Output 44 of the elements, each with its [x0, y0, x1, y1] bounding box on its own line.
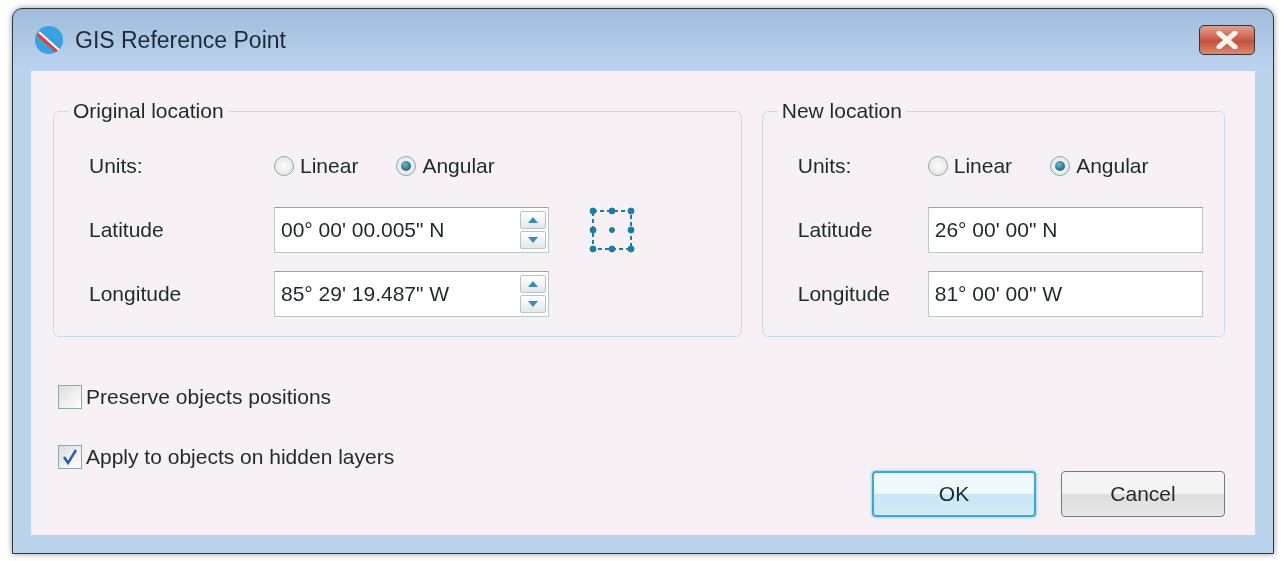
field-label: Units:: [89, 154, 144, 178]
field-label: Latitude: [797, 218, 874, 242]
radio-button[interactable]: [927, 156, 948, 176]
field-label: Longitude: [797, 282, 891, 306]
spin-down-button[interactable]: [520, 231, 546, 249]
up-arrow-icon: [528, 217, 538, 223]
app-icon: [33, 24, 65, 56]
close-icon: [1215, 31, 1239, 49]
radio-label[interactable]: Angular: [1076, 154, 1149, 178]
field-label: Longitude: [89, 282, 183, 306]
spin-field[interactable]: 85° 29' 19.487" W: [274, 271, 549, 317]
spin-down-button[interactable]: [520, 295, 546, 313]
window-title: GIS Reference Point: [75, 26, 287, 54]
check-icon: [61, 448, 79, 466]
spin-up-button[interactable]: [520, 275, 546, 293]
radio-button[interactable]: [396, 156, 417, 176]
radio-button[interactable]: [274, 156, 294, 176]
text-field[interactable]: 26° 00' 00" N: [927, 207, 1203, 253]
down-arrow-icon: [528, 237, 538, 243]
checkbox-label[interactable]: Preserve objects positions: [86, 385, 332, 409]
dialog-button[interactable]: Cancel: [1061, 471, 1225, 517]
checkbox[interactable]: [58, 385, 82, 409]
down-arrow-icon: [528, 301, 538, 307]
spin-field[interactable]: 00° 00' 00.005" N: [274, 207, 549, 253]
radio-label[interactable]: Linear: [300, 154, 359, 178]
checkbox[interactable]: [58, 445, 82, 469]
radio-label[interactable]: Angular: [422, 154, 495, 178]
value-input[interactable]: 26° 00' 00" N: [934, 218, 1200, 242]
radio-button[interactable]: [1050, 156, 1071, 176]
value-input[interactable]: 81° 00' 00" W: [934, 282, 1200, 306]
text-field[interactable]: 81° 00' 00" W: [927, 271, 1203, 317]
selection-frame-icon[interactable]: [589, 207, 635, 253]
field-label: Units:: [797, 154, 853, 178]
radio-label[interactable]: Linear: [953, 154, 1013, 178]
group-title: New location: [780, 99, 903, 123]
value-input[interactable]: 85° 29' 19.487" W: [281, 282, 520, 306]
value-input[interactable]: 00° 00' 00.005" N: [281, 218, 520, 242]
checkbox-label[interactable]: Apply to objects on hidden layers: [86, 445, 395, 469]
close-button[interactable]: [1199, 25, 1255, 55]
field-label: Latitude: [89, 218, 165, 242]
spin-up-button[interactable]: [520, 211, 546, 229]
dialog-button[interactable]: OK: [872, 471, 1036, 517]
up-arrow-icon: [528, 281, 538, 287]
group-title: Original location: [72, 99, 225, 123]
